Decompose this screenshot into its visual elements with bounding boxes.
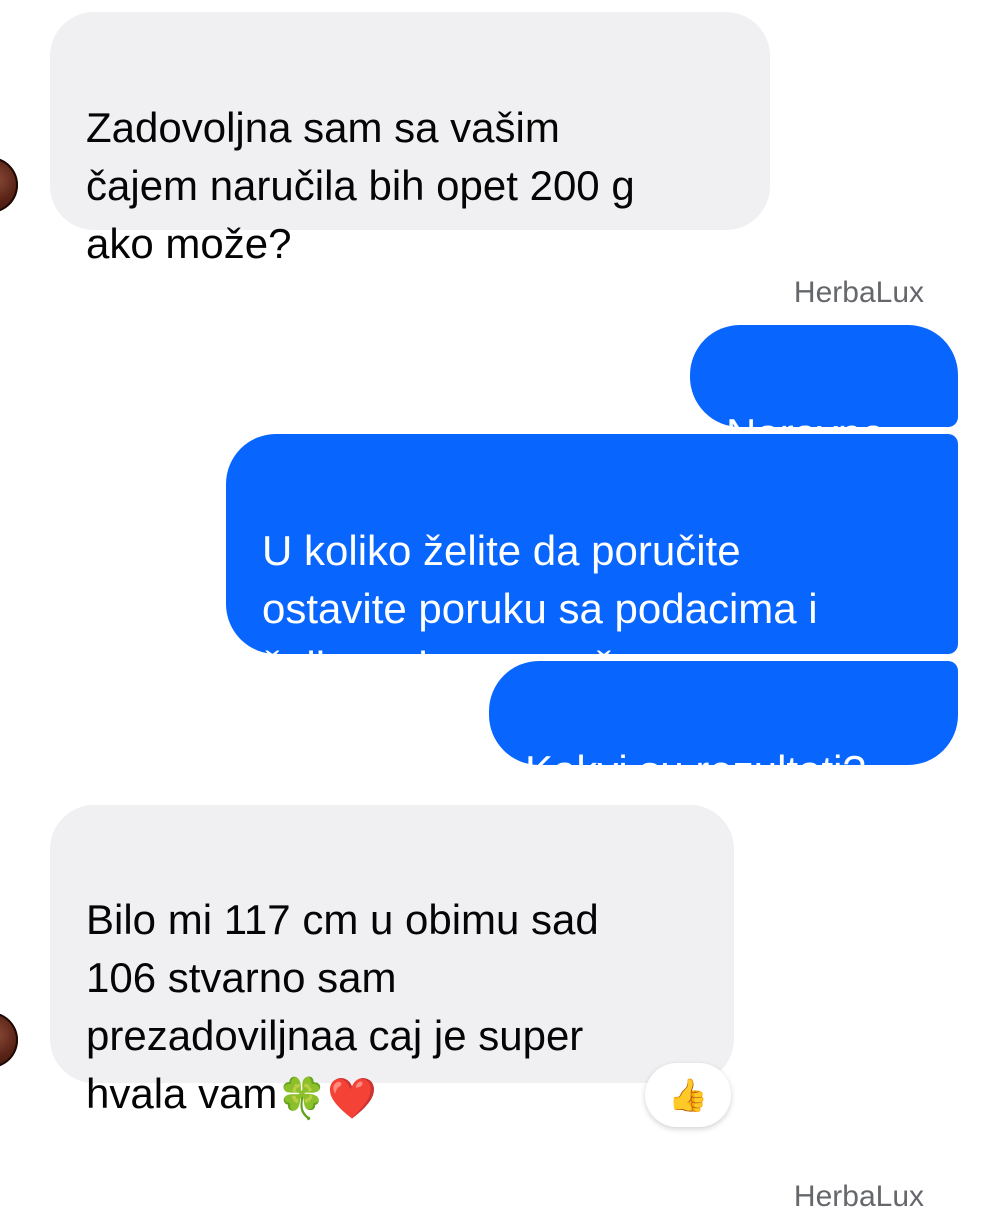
thumbs-up-reaction[interactable]: 👍 <box>645 1063 731 1127</box>
incoming-message[interactable]: Zadovoljna sam sa vašim čajem naručila b… <box>50 12 770 267</box>
sender-name: HerbaLux <box>793 276 924 309</box>
contact-avatar[interactable] <box>0 157 18 213</box>
contact-avatar[interactable] <box>0 1012 18 1068</box>
message-text: Zadovoljna sam sa vašim čajem naručila b… <box>86 104 635 267</box>
clover-heart-emoji: 🍀❤️ <box>277 1077 378 1121</box>
outgoing-message[interactable]: Naravno. <box>690 325 958 457</box>
message-text: Kakvi su rezultati? <box>525 747 866 794</box>
incoming-message[interactable]: Bilo mi 117 cm u obimu sad 106 stvarno s… <box>50 805 734 1121</box>
outgoing-message[interactable]: U koliko želite da poručite ostavite por… <box>226 434 958 690</box>
sender-name: HerbaLux <box>793 1180 924 1213</box>
thumbs-up-icon: 👍 <box>668 1077 708 1113</box>
outgoing-message[interactable]: Kakvi su rezultati? <box>489 661 958 794</box>
